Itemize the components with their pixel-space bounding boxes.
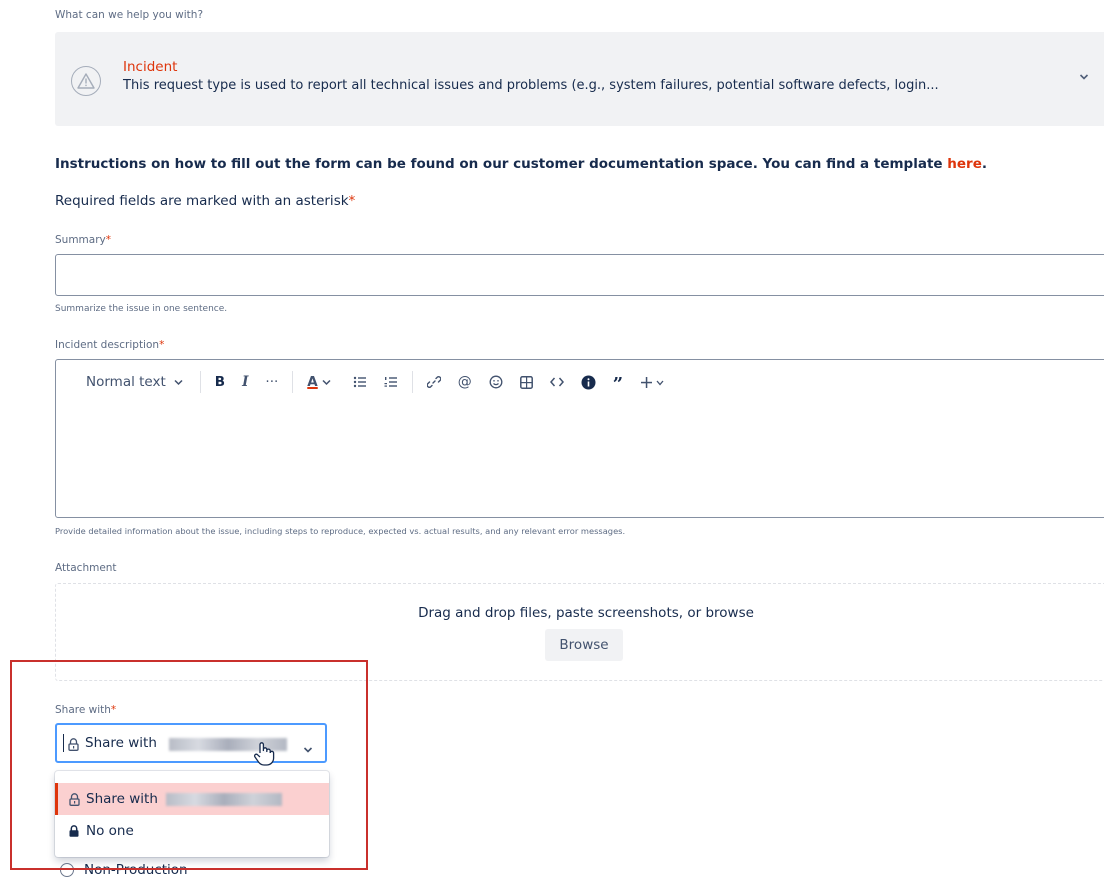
annotation-highlight-box (10, 660, 368, 870)
text-style-label: Normal text (86, 374, 166, 390)
summary-input[interactable] (55, 254, 1104, 296)
required-note-text: Required fields are marked with an aster… (55, 193, 349, 209)
insert-plus-icon[interactable] (640, 374, 664, 390)
chevron-down-icon[interactable] (1079, 70, 1089, 85)
attachment-label: Attachment (55, 562, 117, 574)
dropzone-text: Drag and drop files, paste screenshots, … (418, 605, 754, 621)
request-type-prompt: What can we help you with? (55, 9, 204, 21)
link-icon[interactable] (426, 375, 441, 389)
browse-button[interactable]: Browse (545, 629, 623, 661)
bullet-list-icon[interactable] (353, 376, 367, 388)
description-label: Incident description* (55, 339, 164, 351)
form-instructions: Instructions on how to fill out the form… (55, 156, 987, 172)
numbered-list-icon[interactable] (384, 376, 398, 388)
request-type-description: This request type is used to report all … (123, 78, 939, 93)
code-icon[interactable] (549, 377, 564, 387)
instructions-text: Instructions on how to fill out the form… (55, 156, 948, 172)
quote-icon[interactable]: ” (613, 374, 623, 395)
info-icon[interactable] (581, 375, 596, 390)
chevron-down-icon (656, 374, 664, 390)
summary-label: Summary* (55, 234, 111, 246)
request-type-title: Incident (123, 59, 178, 75)
mention-icon[interactable]: @ (458, 374, 472, 390)
text-style-dropdown[interactable]: Normal text (86, 374, 183, 390)
toolbar-divider (199, 371, 201, 393)
italic-button[interactable]: I (242, 374, 248, 390)
toolbar-divider (411, 371, 413, 393)
instructions-end: . (981, 156, 987, 172)
text-color-glyph: A (307, 374, 318, 390)
request-type-selector[interactable]: Incident This request type is used to re… (55, 32, 1104, 126)
summary-asterisk: * (105, 234, 111, 246)
description-helper: Provide detailed information about the i… (55, 526, 626, 536)
template-link[interactable]: here (947, 156, 982, 172)
bold-button[interactable]: B (215, 374, 225, 390)
summary-helper: Summarize the issue in one sentence. (55, 304, 228, 314)
required-asterisk: * (348, 193, 356, 209)
description-editor[interactable]: Normal text B I ··· A @ ” (55, 359, 1104, 518)
required-fields-note: Required fields are marked with an aster… (55, 193, 355, 209)
text-color-button[interactable]: A (307, 374, 331, 390)
editor-toolbar: Normal text B I ··· A @ ” (86, 370, 681, 395)
table-icon[interactable] (519, 375, 533, 389)
emoji-icon[interactable] (489, 375, 503, 389)
warning-icon (71, 66, 101, 96)
description-label-text: Incident description (55, 339, 160, 351)
chevron-down-icon (174, 374, 183, 390)
more-formatting-button[interactable]: ··· (265, 374, 278, 390)
chevron-down-icon (322, 374, 331, 390)
summary-label-text: Summary (55, 234, 106, 246)
description-asterisk: * (159, 339, 165, 351)
toolbar-divider (292, 371, 294, 393)
